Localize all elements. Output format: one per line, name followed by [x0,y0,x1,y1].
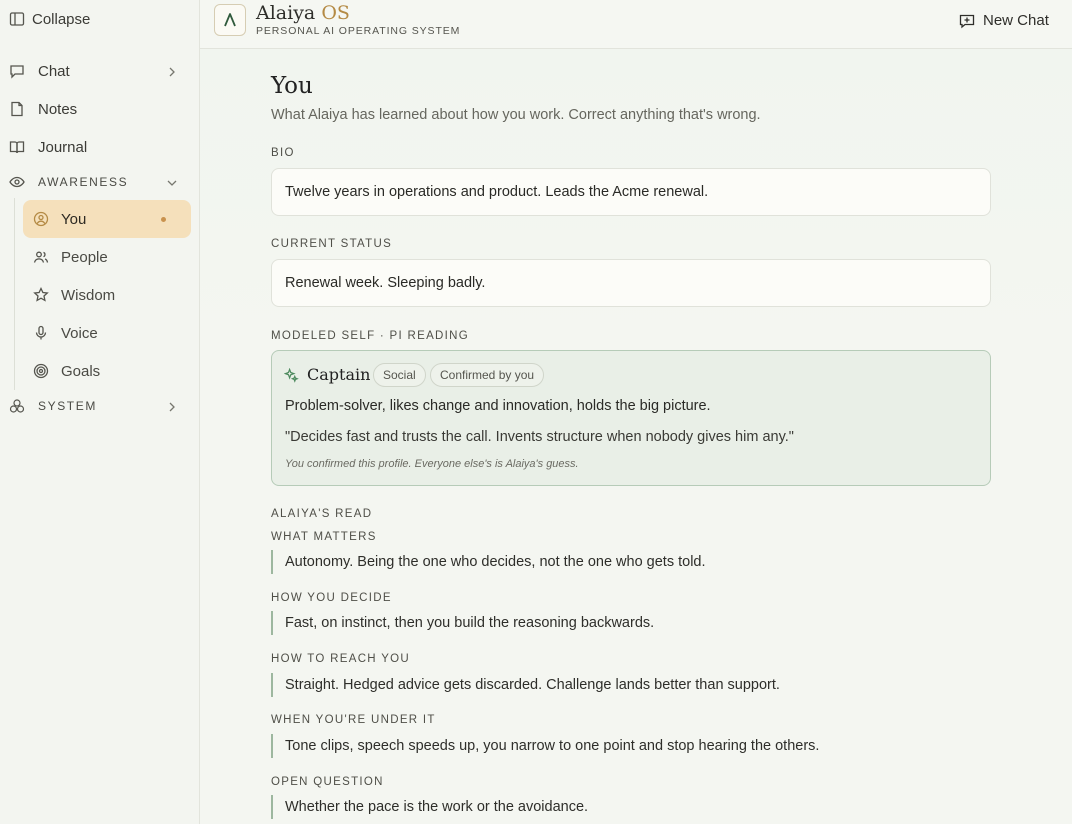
read-item-how-you-decide[interactable]: Fast, on instinct, then you build the re… [271,611,991,635]
section-label: AWARENESS [38,175,129,189]
page-title: You [271,73,313,99]
chevron-right-icon [169,402,175,412]
new-chat-icon [959,14,975,29]
star-icon [33,287,49,302]
book-icon [9,141,25,154]
sidebar-item-you[interactable]: You [23,200,191,238]
brand-os: OS [321,2,350,24]
sidebar-item-voice[interactable]: Voice [23,314,191,352]
profile-quote: "Decides fast and trusts the call. Inven… [285,429,794,445]
main-content: You What Alaiya has learned about how yo… [200,49,1072,824]
read-label-how-you-decide: HOW YOU DECIDE [271,592,392,604]
status-label: CURRENT STATUS [271,238,393,250]
collapse-label: Collapse [32,10,91,28]
note-icon [11,101,23,117]
confirmed-badge: Confirmed by you [430,363,545,387]
top-header: Alaiya OS PERSONAL AI OPERATING SYSTEM N… [200,0,1072,49]
user-circle-icon [33,211,49,227]
modeled-self-label: MODELED SELF · PI READING [271,330,470,342]
brand-name: Alaiya OS [256,2,350,24]
sidebar-item-goals[interactable]: Goals [23,352,191,390]
new-chat-label: New Chat [983,12,1049,29]
profile-tag-badge: Social [373,363,426,387]
chat-icon [10,65,24,79]
sidebar-item-wisdom[interactable]: Wisdom [23,276,191,314]
bio-field[interactable]: Twelve years in operations and product. … [271,168,991,216]
target-icon [33,363,49,379]
chevron-down-icon [167,180,177,186]
alaiya-read-label: ALAIYA'S READ [271,508,373,520]
logo-icon [224,13,236,27]
sidebar-item-chat[interactable]: Chat [0,52,199,90]
read-label-under-it: WHEN YOU'RE UNDER IT [271,714,436,726]
people-icon [33,251,49,263]
page-subtitle: What Alaiya has learned about how you wo… [271,107,761,123]
profile-card: Captain Social Confirmed by you Problem-… [271,350,991,486]
app-logo[interactable] [214,4,246,36]
sidebar-section-system[interactable]: SYSTEM [0,387,199,425]
sidebar-item-journal[interactable]: Journal [0,128,199,166]
sidebar-item-label: Wisdom [61,286,116,304]
chevron-right-icon [169,67,175,77]
sidebar-item-label: Goals [61,362,101,380]
sidebar-item-label: Chat [38,62,70,80]
read-label-how-to-reach-you: HOW TO REACH YOU [271,653,411,665]
active-indicator-dot [161,217,166,222]
bio-label: BIO [271,147,295,159]
brand-subtitle: PERSONAL AI OPERATING SYSTEM [256,25,461,37]
section-label: SYSTEM [38,399,97,413]
read-label-open-question: OPEN QUESTION [271,776,384,788]
profile-name: Captain [307,365,371,384]
sidebar-section-awareness[interactable]: AWARENESS [0,163,199,201]
cubes-icon [9,399,25,413]
sidebar: Collapse Chat Notes Journal AWARENESS Yo… [0,0,200,824]
sparkle-icon [284,368,299,383]
sidebar-item-label: Notes [38,100,78,118]
read-label-what-matters: WHAT MATTERS [271,531,377,543]
tree-line [14,198,15,390]
sidebar-item-label: You [61,210,87,228]
new-chat-button[interactable]: New Chat [952,9,1062,33]
sidebar-item-label: Journal [38,138,88,156]
profile-note: You confirmed this profile. Everyone els… [285,458,579,470]
read-item-open-question[interactable]: Whether the pace is the work or the avoi… [271,795,991,819]
read-item-what-matters[interactable]: Autonomy. Being the one who decides, not… [271,550,991,574]
sidebar-item-label: Voice [61,324,98,342]
status-field[interactable]: Renewal week. Sleeping badly. [271,259,991,307]
sidebar-item-people[interactable]: People [23,238,191,276]
read-item-under-it[interactable]: Tone clips, speech speeds up, you narrow… [271,734,991,758]
sidebar-panel-icon [9,12,25,26]
sidebar-item-label: People [61,248,108,266]
microphone-icon [35,325,47,340]
profile-description: Problem-solver, likes change and innovat… [285,398,711,414]
read-item-how-to-reach-you[interactable]: Straight. Hedged advice gets discarded. … [271,673,991,697]
collapse-button[interactable]: Collapse [0,0,199,38]
eye-icon [9,176,25,188]
sidebar-item-notes[interactable]: Notes [0,90,199,128]
